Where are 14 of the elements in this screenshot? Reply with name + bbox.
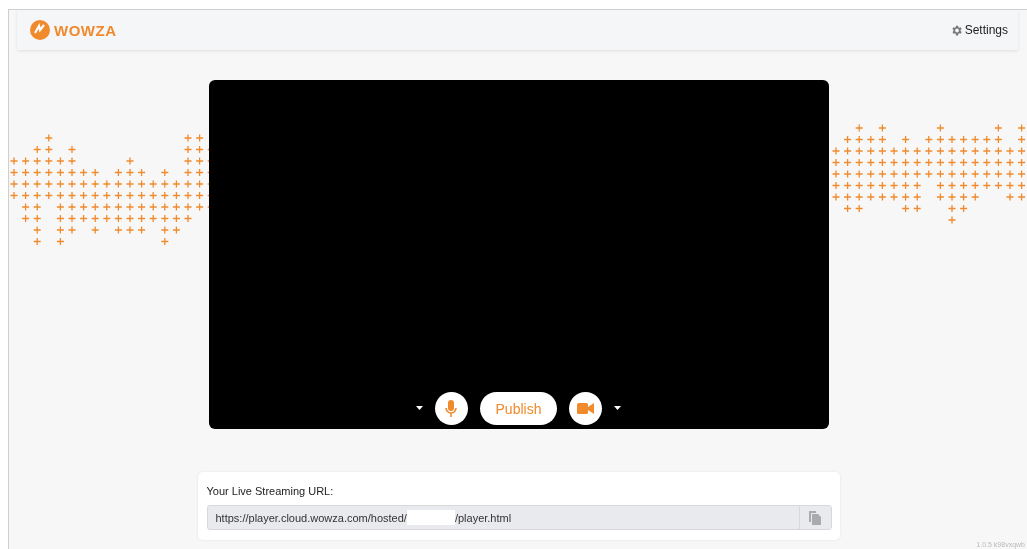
- url-text: /player.html: [454, 511, 512, 524]
- caret-icon[interactable]: [415, 406, 423, 411]
- microphone-button[interactable]: [434, 392, 468, 425]
- caret-icon[interactable]: [614, 406, 622, 411]
- microphone-icon: [445, 399, 458, 418]
- copy-icon: [809, 510, 821, 525]
- camera-icon: [577, 403, 595, 414]
- settings-button[interactable]: Settings: [949, 23, 1008, 37]
- camera-button[interactable]: [569, 392, 603, 425]
- logo-icon: [29, 19, 51, 41]
- url-field[interactable]: https://player.cloud.wowza.com/hosted/ /player.html: [206, 505, 832, 530]
- logo-text: WOWZA: [54, 21, 117, 39]
- url-label: Your Live Streaming URL:: [206, 485, 335, 497]
- url-text: https://player.cloud.wowza.com/hosted/: [214, 511, 407, 524]
